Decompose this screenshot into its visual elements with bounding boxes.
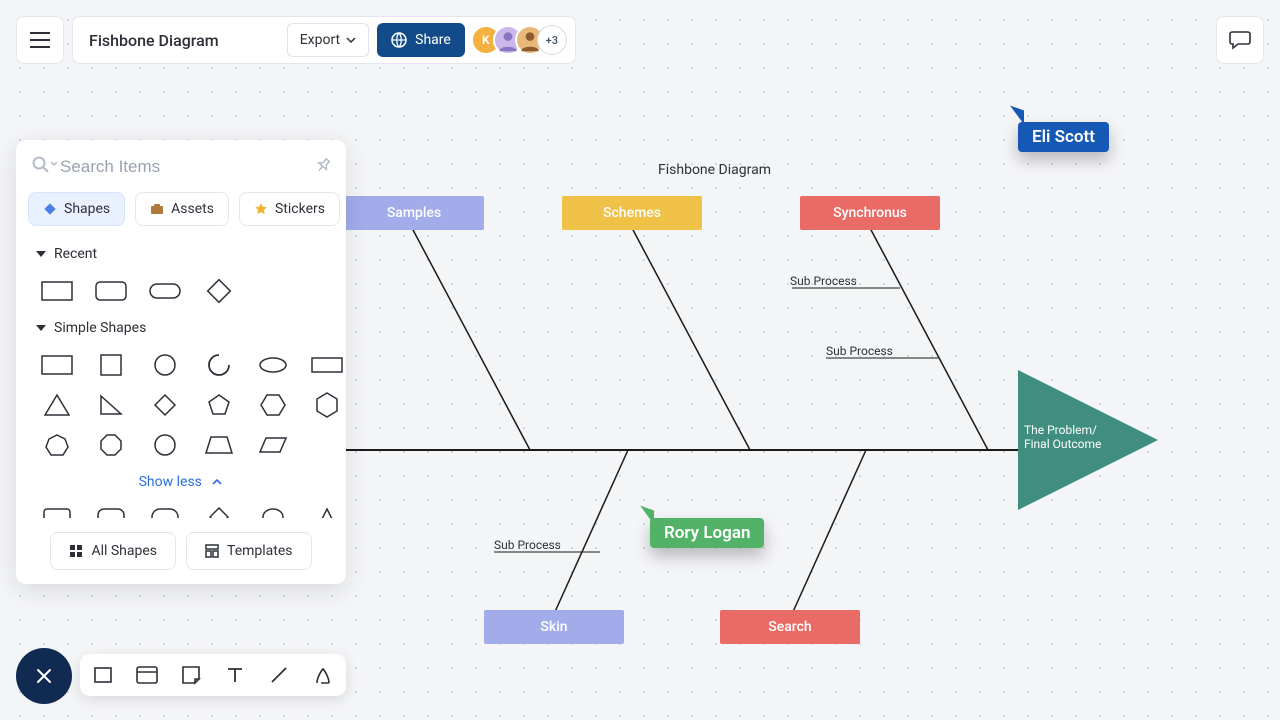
close-icon: [34, 666, 54, 686]
section-recent[interactable]: Recent: [16, 236, 346, 268]
box-search[interactable]: Search: [720, 610, 860, 644]
tool-text[interactable]: [222, 662, 248, 688]
tool-rectangle[interactable]: [90, 662, 116, 688]
bottom-toolbar: [80, 654, 346, 696]
chevron-up-icon: [211, 478, 223, 486]
box-synchronus[interactable]: Synchronus: [800, 196, 940, 230]
caret-down-icon: [346, 37, 356, 43]
top-toolbar: Fishbone Diagram Export Share K +3: [16, 16, 576, 64]
shape-rectangle[interactable]: [36, 350, 78, 380]
outcome-text: The Problem/ Final Outcome: [1024, 423, 1124, 451]
export-button[interactable]: Export: [287, 23, 369, 57]
simple-shapes-grid: [16, 342, 346, 464]
shape-nonagon[interactable]: [144, 430, 186, 460]
shape-rectangle[interactable]: [36, 276, 78, 306]
panel-actions: All Shapes Templates: [16, 518, 346, 572]
shape-pill[interactable]: [144, 276, 186, 306]
tool-line[interactable]: [266, 662, 292, 688]
globe-icon: [391, 32, 407, 48]
all-shapes-button[interactable]: All Shapes: [50, 532, 176, 570]
document-title[interactable]: Fishbone Diagram: [89, 31, 219, 50]
shape-hexagon-vert[interactable]: [306, 390, 348, 420]
shape-more-4[interactable]: [198, 502, 240, 518]
search-icon: [32, 156, 50, 178]
templates-button[interactable]: Templates: [186, 532, 312, 570]
export-label: Export: [300, 32, 340, 48]
shapes-panel: Shapes Assets Stickers Recent Simple Sha…: [16, 140, 346, 584]
chevron-down-icon: [36, 251, 46, 257]
diagram-title: Fishbone Diagram: [658, 162, 771, 178]
shape-more-6[interactable]: [306, 502, 346, 518]
shape-octagon[interactable]: [90, 430, 132, 460]
shape-ellipse[interactable]: [252, 350, 294, 380]
comments-button[interactable]: [1216, 16, 1264, 64]
cursor-tag-eli: Eli Scott: [1018, 122, 1109, 152]
shape-more-3[interactable]: [144, 502, 186, 518]
subprocess-label-2[interactable]: Sub Process: [826, 344, 893, 358]
shape-more-5[interactable]: [252, 502, 294, 518]
subprocess-label-3[interactable]: Sub Process: [494, 538, 561, 552]
box-schemes[interactable]: Schemes: [562, 196, 702, 230]
shape-hexagon[interactable]: [252, 390, 294, 420]
show-less-button[interactable]: Show less: [16, 464, 346, 496]
shape-more-2[interactable]: [90, 502, 132, 518]
shape-trapezoid[interactable]: [198, 430, 240, 460]
shape-circle[interactable]: [144, 350, 186, 380]
box-skin[interactable]: Skin: [484, 610, 624, 644]
shape-square[interactable]: [90, 350, 132, 380]
shape-rounded-rectangle[interactable]: [90, 276, 132, 306]
share-button[interactable]: Share: [377, 23, 465, 57]
panel-search-row: [16, 140, 346, 186]
shape-parallelogram[interactable]: [252, 430, 294, 460]
avatar-overflow[interactable]: +3: [537, 25, 567, 55]
subprocess-label-1[interactable]: Sub Process: [790, 274, 857, 288]
outcome-line-2: Final Outcome: [1024, 437, 1124, 451]
tab-shapes[interactable]: Shapes: [28, 192, 125, 226]
shape-diamond[interactable]: [144, 390, 186, 420]
tab-stickers-label: Stickers: [275, 201, 325, 217]
menu-button[interactable]: [16, 16, 64, 64]
shape-pentagon[interactable]: [198, 390, 240, 420]
tool-pen[interactable]: [310, 662, 336, 688]
shape-wide-rect[interactable]: [306, 350, 348, 380]
chevron-down-icon: [36, 325, 46, 331]
box-samples[interactable]: Samples: [344, 196, 484, 230]
shape-triangle[interactable]: [36, 390, 78, 420]
tab-assets-label: Assets: [171, 201, 214, 217]
section-recent-label: Recent: [54, 246, 97, 262]
briefcase-icon: [150, 202, 164, 216]
diamond-icon: [43, 202, 57, 216]
section-simple-label: Simple Shapes: [54, 320, 146, 336]
templates-icon: [205, 544, 219, 558]
tab-shapes-label: Shapes: [64, 201, 110, 217]
tab-stickers[interactable]: Stickers: [239, 192, 340, 226]
shape-diamond[interactable]: [198, 276, 240, 306]
shape-arc[interactable]: [198, 350, 240, 380]
outcome-line-1: The Problem/: [1024, 423, 1124, 437]
tab-assets[interactable]: Assets: [135, 192, 229, 226]
grid-icon: [69, 544, 83, 558]
cursor-tag-rory: Rory Logan: [650, 518, 764, 548]
share-label: Share: [415, 32, 451, 48]
shape-right-triangle[interactable]: [90, 390, 132, 420]
shape-more-1[interactable]: [36, 502, 78, 518]
section-simple[interactable]: Simple Shapes: [16, 310, 346, 342]
shape-empty: [306, 430, 348, 460]
hamburger-icon: [30, 32, 50, 48]
search-input[interactable]: [60, 157, 314, 177]
tool-card[interactable]: [134, 662, 160, 688]
templates-label: Templates: [227, 543, 293, 559]
shape-heptagon[interactable]: [36, 430, 78, 460]
recent-shapes-grid: [16, 268, 346, 310]
collaborator-avatars[interactable]: K +3: [479, 25, 567, 55]
all-shapes-label: All Shapes: [91, 543, 157, 559]
star-icon: [254, 202, 268, 216]
panel-tabs: Shapes Assets Stickers: [16, 186, 346, 236]
title-card: Fishbone Diagram Export Share K +3: [72, 16, 576, 64]
show-less-label: Show less: [139, 474, 202, 490]
tool-sticky-note[interactable]: [178, 662, 204, 688]
comment-icon: [1229, 30, 1251, 50]
close-panel-button[interactable]: [16, 648, 72, 704]
